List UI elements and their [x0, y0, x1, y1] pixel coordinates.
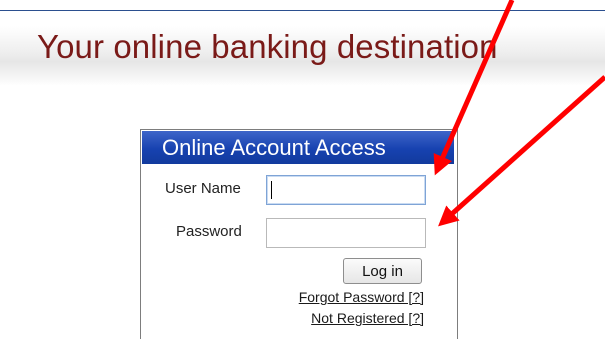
password-input[interactable]	[266, 218, 426, 248]
login-panel-title: Online Account Access	[142, 131, 454, 164]
forgot-password-link[interactable]: Forgot Password [?]	[299, 289, 424, 305]
login-button[interactable]: Log in	[343, 258, 422, 284]
username-label: User Name	[165, 180, 241, 197]
not-registered-link[interactable]: Not Registered [?]	[311, 310, 424, 326]
text-cursor	[271, 181, 272, 199]
username-input[interactable]	[266, 175, 426, 205]
page-headline: Your online banking destination	[37, 28, 498, 65]
red-arrow	[438, 75, 605, 227]
top-divider	[0, 10, 605, 11]
password-label: Password	[176, 223, 242, 240]
